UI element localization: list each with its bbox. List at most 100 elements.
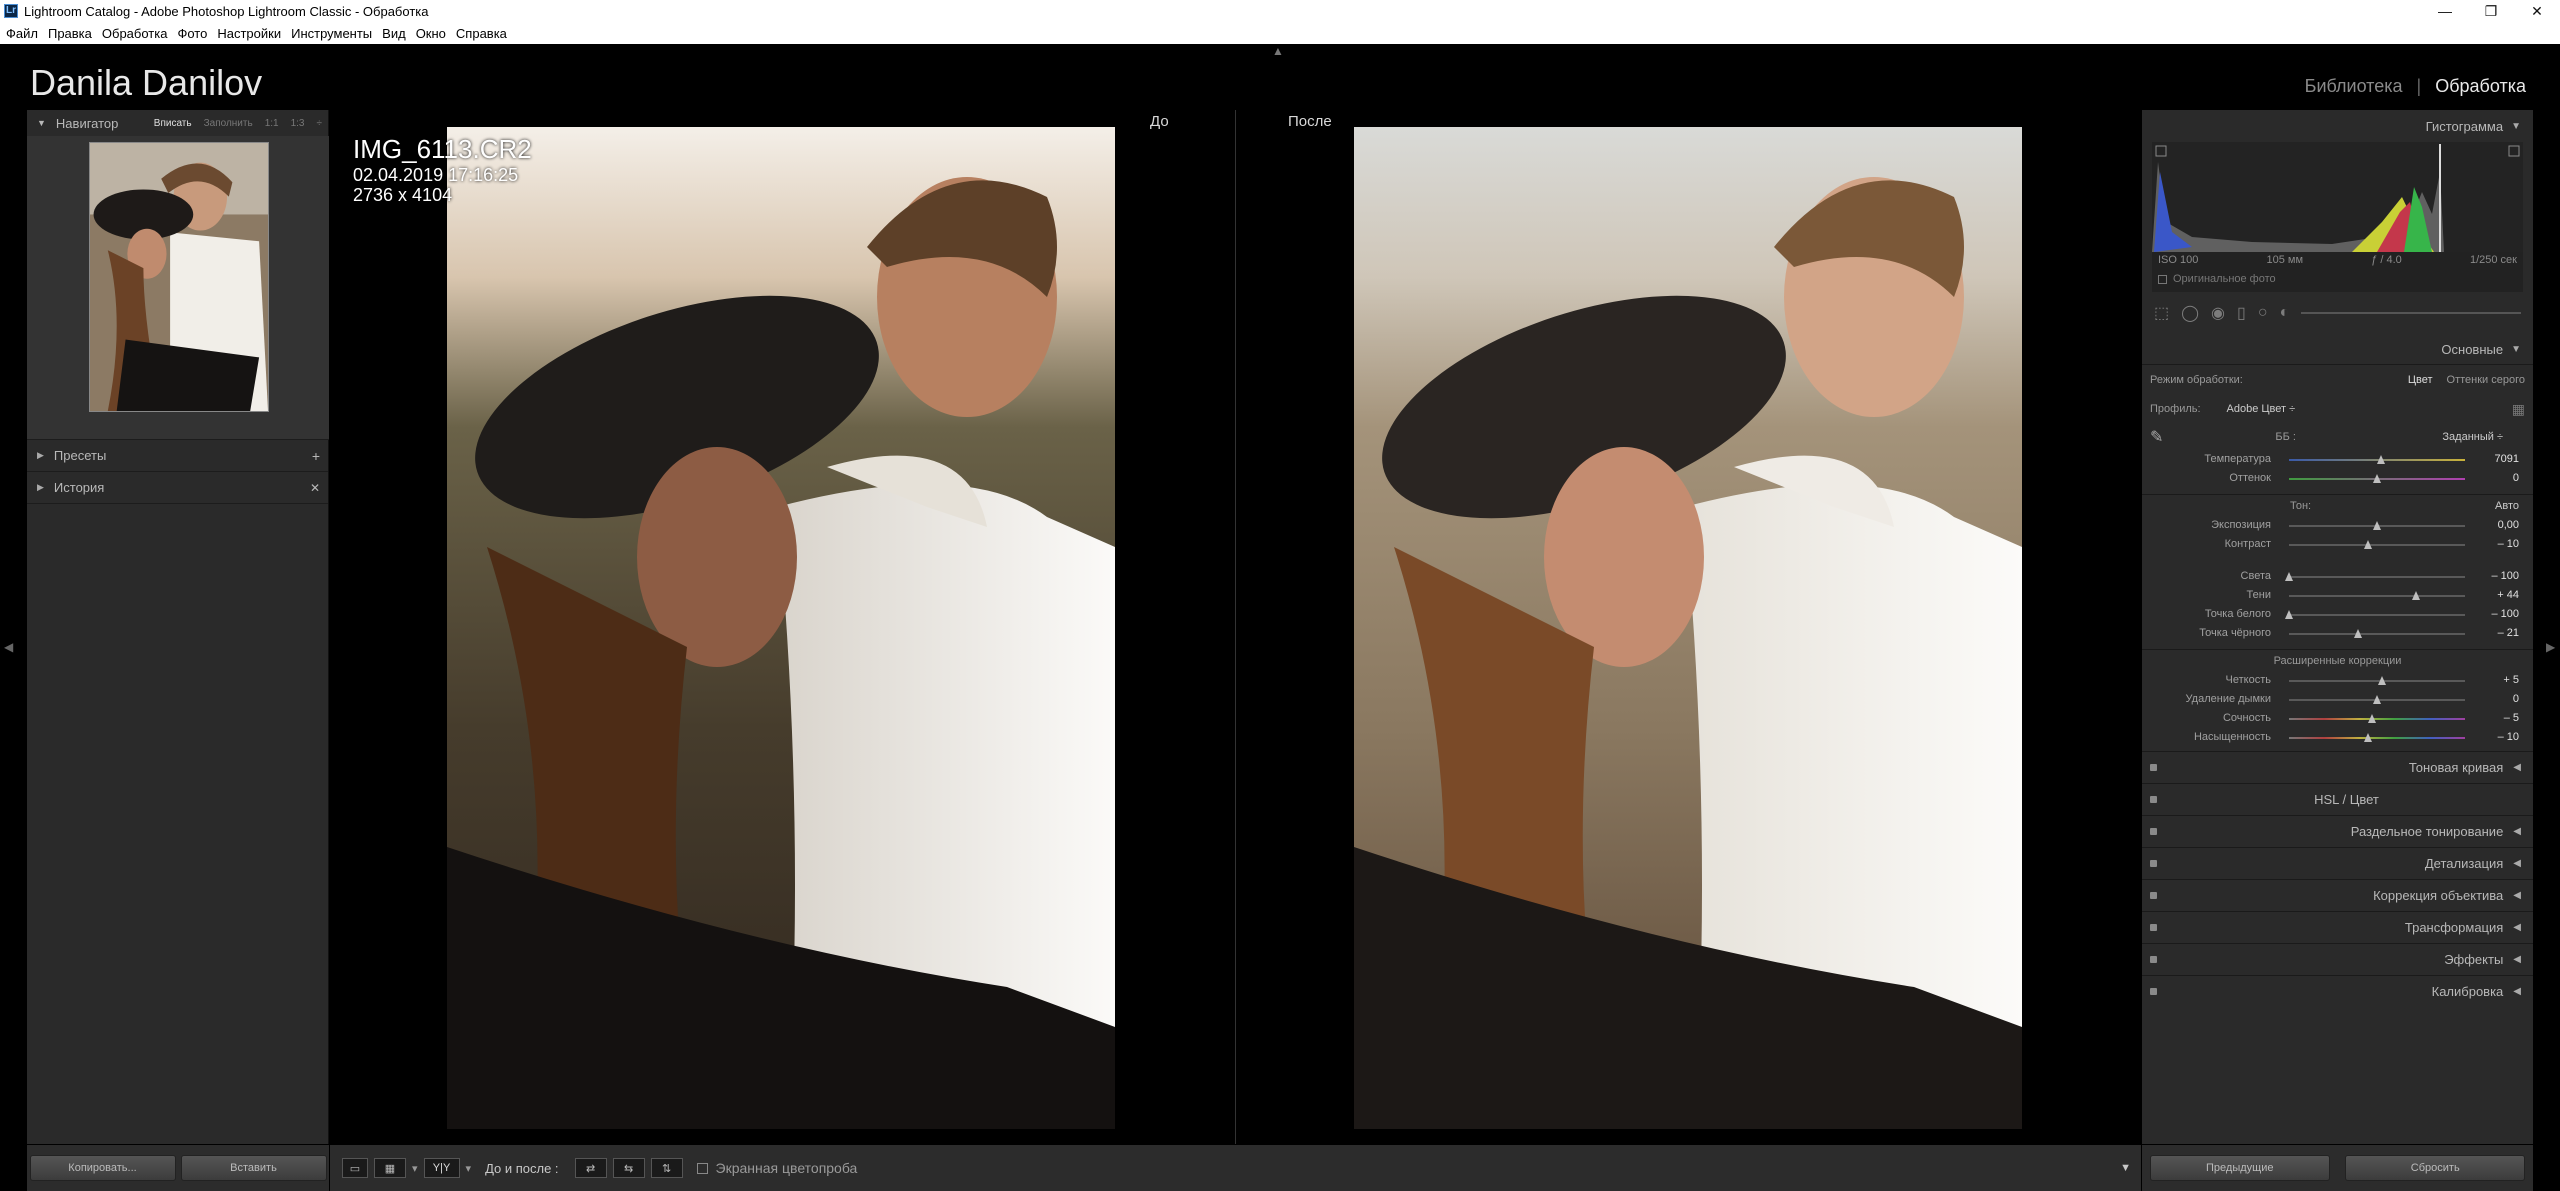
zoom-1-1[interactable]: 1:1 [265, 118, 279, 129]
slider-value[interactable]: 0 [2513, 472, 2519, 484]
menu-develop[interactable]: Обработка [102, 26, 168, 41]
slider-knob[interactable] [2376, 455, 2385, 464]
panel-switch-icon[interactable] [2150, 988, 2157, 995]
panel-switch-icon[interactable] [2150, 956, 2157, 963]
slider-track[interactable] [2289, 629, 2465, 638]
mode-menu-icon[interactable]: ▾ [466, 1162, 472, 1175]
menu-edit[interactable]: Правка [48, 26, 92, 41]
section-effects[interactable]: Эффекты ◀ [2142, 943, 2533, 975]
profile-browser-icon[interactable]: ▦ [2512, 401, 2525, 418]
module-library[interactable]: Библиотека [2305, 76, 2403, 97]
menu-file[interactable]: Файл [6, 26, 38, 41]
toolbar-menu-icon[interactable]: ▼ [2120, 1162, 2131, 1174]
slider-value[interactable]: – 100 [2491, 570, 2519, 582]
clear-history-icon[interactable]: ✕ [310, 481, 320, 495]
slider-track[interactable] [2285, 572, 2465, 581]
section-split-toning[interactable]: Раздельное тонирование ◀ [2142, 815, 2533, 847]
treatment-bw[interactable]: Оттенки серого [2447, 374, 2525, 386]
collapse-left-icon[interactable]: ◀ [4, 640, 13, 654]
section-transform[interactable]: Трансформация ◀ [2142, 911, 2533, 943]
collapse-right-icon[interactable]: ▶ [2546, 640, 2555, 654]
previous-button[interactable]: Предыдущие [2149, 1155, 2330, 1181]
treatment-color[interactable]: Цвет [2408, 374, 2433, 386]
slider-knob[interactable] [2353, 629, 2362, 638]
slider-knob[interactable] [2364, 540, 2373, 549]
section-lens-corrections[interactable]: Коррекция объектива ◀ [2142, 879, 2533, 911]
slider-track[interactable] [2289, 540, 2465, 549]
slider-knob[interactable] [2378, 676, 2387, 685]
brush-tool-icon[interactable]: ◐ [2279, 304, 2289, 322]
profile-dropdown[interactable]: Adobe Цвет ÷ [2227, 403, 2296, 415]
slider-value[interactable]: – 21 [2498, 627, 2519, 639]
slider-value[interactable]: 0 [2513, 693, 2519, 705]
add-preset-icon[interactable]: + [312, 448, 320, 464]
navigator-preview[interactable] [27, 136, 329, 440]
softproof-checkbox[interactable] [696, 1162, 708, 1174]
copy-settings-button[interactable]: Копировать... [29, 1155, 176, 1181]
after-photo[interactable] [1354, 127, 2022, 1129]
before-after-mode-button[interactable]: Y|Y [423, 1158, 460, 1178]
slider-knob[interactable] [2373, 521, 2381, 530]
slider-track[interactable] [2289, 676, 2465, 685]
menu-settings[interactable]: Настройки [217, 26, 281, 41]
panel-switch-icon[interactable] [2150, 828, 2157, 835]
menu-tools[interactable]: Инструменты [291, 26, 372, 41]
reset-button[interactable]: Сбросить [2345, 1155, 2526, 1181]
tone-auto-button[interactable]: Авто [2495, 500, 2519, 512]
history-header[interactable]: ▶ История ✕ [27, 472, 328, 504]
slider-value[interactable]: + 44 [2497, 589, 2519, 601]
original-photo-checkbox[interactable] [2158, 274, 2167, 284]
section-tone-curve[interactable]: Тоновая кривая ◀ [2142, 751, 2533, 783]
histogram[interactable]: ISO 100 105 мм ƒ / 4.0 1/250 сек Оригина… [2152, 142, 2523, 292]
minimize-button[interactable]: — [2422, 0, 2468, 22]
copy-after-to-before-icon[interactable]: ⇆ [612, 1158, 645, 1178]
spot-removal-icon[interactable]: ◯ [2181, 303, 2199, 323]
slider-value[interactable]: – 5 [2504, 712, 2519, 724]
slider-knob[interactable] [2373, 474, 2381, 483]
section-detail[interactable]: Детализация ◀ [2142, 847, 2533, 879]
slider-knob[interactable] [2373, 695, 2381, 704]
slider-track[interactable] [2289, 714, 2465, 723]
slider-value[interactable]: 7091 [2495, 453, 2519, 465]
close-button[interactable]: ✕ [2514, 0, 2560, 22]
graduated-filter-icon[interactable]: ▯ [2237, 303, 2246, 323]
slider-value[interactable]: – 10 [2498, 538, 2519, 550]
menu-help[interactable]: Справка [456, 26, 507, 41]
paste-settings-button[interactable]: Вставить [180, 1155, 327, 1181]
red-eye-icon[interactable]: ◉ [2211, 303, 2225, 323]
section-hsl[interactable]: HSL / Цвет [2142, 783, 2533, 815]
swap-before-after-icon[interactable]: ⇅ [650, 1158, 683, 1178]
menu-window[interactable]: Окно [416, 26, 446, 41]
loupe-view-icon[interactable]: ▭ [342, 1158, 368, 1178]
maximize-button[interactable]: ❐ [2468, 0, 2514, 22]
zoom-fit[interactable]: Вписать [154, 118, 192, 129]
view-menu-icon[interactable]: ▾ [412, 1162, 418, 1175]
before-photo[interactable] [447, 127, 1115, 1129]
module-develop[interactable]: Обработка [2435, 76, 2526, 97]
zoom-fill[interactable]: Заполнить [204, 118, 253, 129]
slider-value[interactable]: – 100 [2491, 608, 2519, 620]
panel-switch-icon[interactable] [2150, 860, 2157, 867]
slider-track[interactable] [2289, 591, 2465, 600]
menu-photo[interactable]: Фото [177, 26, 207, 41]
panel-switch-icon[interactable] [2150, 924, 2157, 931]
slider-knob[interactable] [2367, 714, 2376, 723]
zoom-1-3[interactable]: 1:3 [291, 118, 305, 129]
slider-track[interactable] [2289, 474, 2465, 483]
zoom-menu-icon[interactable]: ÷ [317, 118, 323, 129]
slider-track[interactable] [2289, 695, 2465, 704]
presets-header[interactable]: ▶ Пресеты + [27, 440, 328, 472]
eyedropper-icon[interactable]: ✎ [2150, 427, 2163, 447]
section-calibration[interactable]: Калибровка ◀ [2142, 975, 2533, 1007]
menu-view[interactable]: Вид [382, 26, 406, 41]
slider-track[interactable] [2289, 455, 2465, 464]
slider-knob[interactable] [2285, 572, 2293, 581]
panel-switch-icon[interactable] [2150, 796, 2157, 803]
slider-value[interactable]: + 5 [2503, 674, 2519, 686]
copy-before-to-after-icon[interactable]: ⇄ [574, 1158, 607, 1178]
collapse-top-icon[interactable]: ▲ [1272, 44, 1284, 58]
slider-track[interactable] [2289, 521, 2465, 530]
wb-dropdown[interactable]: Заданный ÷ [2442, 431, 2503, 443]
panel-switch-icon[interactable] [2150, 764, 2157, 771]
navigator-header[interactable]: ▼ Навигатор Вписать Заполнить 1:1 1:3 ÷ [27, 110, 328, 136]
